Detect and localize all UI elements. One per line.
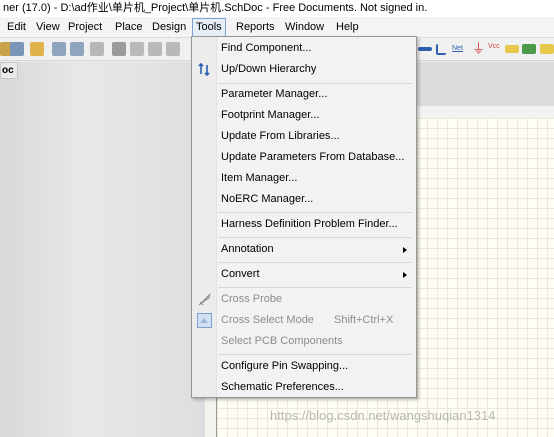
menu-item-footprint-manager[interactable]: Footprint Manager... (193, 105, 415, 126)
menu-item-label: Convert (221, 268, 260, 280)
menu-item-label: Find Component... (221, 42, 312, 54)
menu-item-select-pcb-components[interactable]: Select PCB Components (193, 331, 415, 352)
menu-item-update-parameters-from-database[interactable]: Update Parameters From Database... (193, 147, 415, 168)
menu-project[interactable]: Project (65, 19, 105, 36)
menu-item-parameter-manager[interactable]: Parameter Manager... (193, 84, 415, 105)
menu-separator (218, 262, 412, 263)
ground-icon[interactable]: ⏚ (472, 42, 486, 56)
bus-icon[interactable] (418, 47, 432, 51)
paste-icon[interactable] (148, 42, 162, 56)
menu-place[interactable]: Place (112, 19, 146, 36)
menu-item-label: Up/Down Hierarchy (221, 63, 317, 75)
left-panel (0, 62, 205, 437)
sheet-symbol-icon[interactable] (522, 44, 536, 54)
menu-item-shortcut: Shift+Ctrl+X (334, 314, 394, 326)
copy-icon[interactable] (130, 42, 144, 56)
menu-item-label: Select PCB Components (221, 335, 343, 347)
menu-item-cross-select-mode[interactable]: Cross Select Mode Shift+Ctrl+X (193, 310, 415, 331)
cross-select-icon (197, 313, 212, 328)
menu-item-label: NoERC Manager... (221, 193, 314, 205)
menu-item-label: Cross Probe (221, 293, 283, 305)
menu-item-cross-probe[interactable]: Cross Probe (193, 289, 415, 310)
menu-design[interactable]: Design (149, 19, 189, 36)
zoom-selected-icon[interactable] (90, 42, 104, 56)
menu-item-label: Annotation (221, 243, 274, 255)
menu-item-update-from-libraries[interactable]: Update From Libraries... (193, 126, 415, 147)
submenu-arrow-icon (403, 247, 407, 253)
menu-item-label: Update From Libraries... (221, 130, 340, 142)
menu-separator (218, 354, 412, 355)
port-icon[interactable] (505, 45, 519, 53)
menu-item-harness-definition-problem-finder[interactable]: Harness Definition Problem Finder... (193, 214, 415, 235)
cut-icon[interactable] (112, 42, 126, 56)
menu-item-label: Cross Select Mode (221, 314, 314, 326)
menu-edit[interactable]: Edit (4, 19, 29, 36)
rubber-stamp-icon[interactable] (166, 42, 180, 56)
zoom-fit-icon[interactable] (70, 42, 84, 56)
menu-item-label: Parameter Manager... (221, 88, 328, 100)
tools-menu: Find Component... Up/Down Hierarchy Para… (191, 36, 417, 398)
power-port-icon[interactable]: Vcc (488, 42, 502, 56)
menu-tools[interactable]: Tools (192, 18, 226, 37)
menu-item-configure-pin-swapping[interactable]: Configure Pin Swapping... (193, 356, 415, 377)
menu-separator (218, 212, 412, 213)
updown-hierarchy-icon (198, 62, 210, 77)
menu-reports[interactable]: Reports (233, 19, 278, 36)
menu-item-schematic-preferences[interactable]: Schematic Preferences... (193, 377, 415, 398)
document-tab[interactable]: oc (0, 62, 18, 79)
menu-item-item-manager[interactable]: Item Manager... (193, 168, 415, 189)
menu-item-label: Footprint Manager... (221, 109, 320, 121)
print-preview-icon[interactable] (10, 42, 24, 56)
menu-item-label: Schematic Preferences... (221, 381, 344, 393)
menu-separator (218, 237, 412, 238)
menu-help[interactable]: Help (333, 19, 362, 36)
menu-item-label: Configure Pin Swapping... (221, 360, 349, 372)
menu-view[interactable]: View (33, 19, 63, 36)
folder-icon[interactable] (30, 42, 44, 56)
menu-bar: Edit View Project Place Design Tools Rep… (0, 17, 554, 38)
menu-item-convert[interactable]: Convert (193, 264, 415, 285)
wire-icon[interactable] (436, 44, 446, 55)
menu-item-find-component[interactable]: Find Component... (193, 38, 415, 59)
window-title: ner (17.0) - D:\ad作业\单片机_Project\单片机.Sch… (0, 0, 554, 17)
menu-item-updown-hierarchy[interactable]: Up/Down Hierarchy (193, 59, 415, 80)
menu-item-label: Harness Definition Problem Finder... (221, 218, 398, 230)
menu-item-label: Update Parameters From Database... (221, 151, 405, 163)
menu-item-label: Item Manager... (221, 172, 298, 184)
submenu-arrow-icon (403, 272, 407, 278)
menu-item-annotation[interactable]: Annotation (193, 239, 415, 260)
net-label-icon[interactable]: Net (452, 42, 468, 56)
menu-window[interactable]: Window (282, 19, 327, 36)
cross-probe-icon (198, 292, 211, 306)
sheet-entry-icon[interactable] (540, 44, 554, 54)
menu-separator (218, 287, 412, 288)
zoom-area-icon[interactable] (52, 42, 66, 56)
watermark: https://blog.csdn.net/wangshuqian1314 (270, 408, 496, 423)
menu-item-noerc-manager[interactable]: NoERC Manager... (193, 189, 415, 210)
